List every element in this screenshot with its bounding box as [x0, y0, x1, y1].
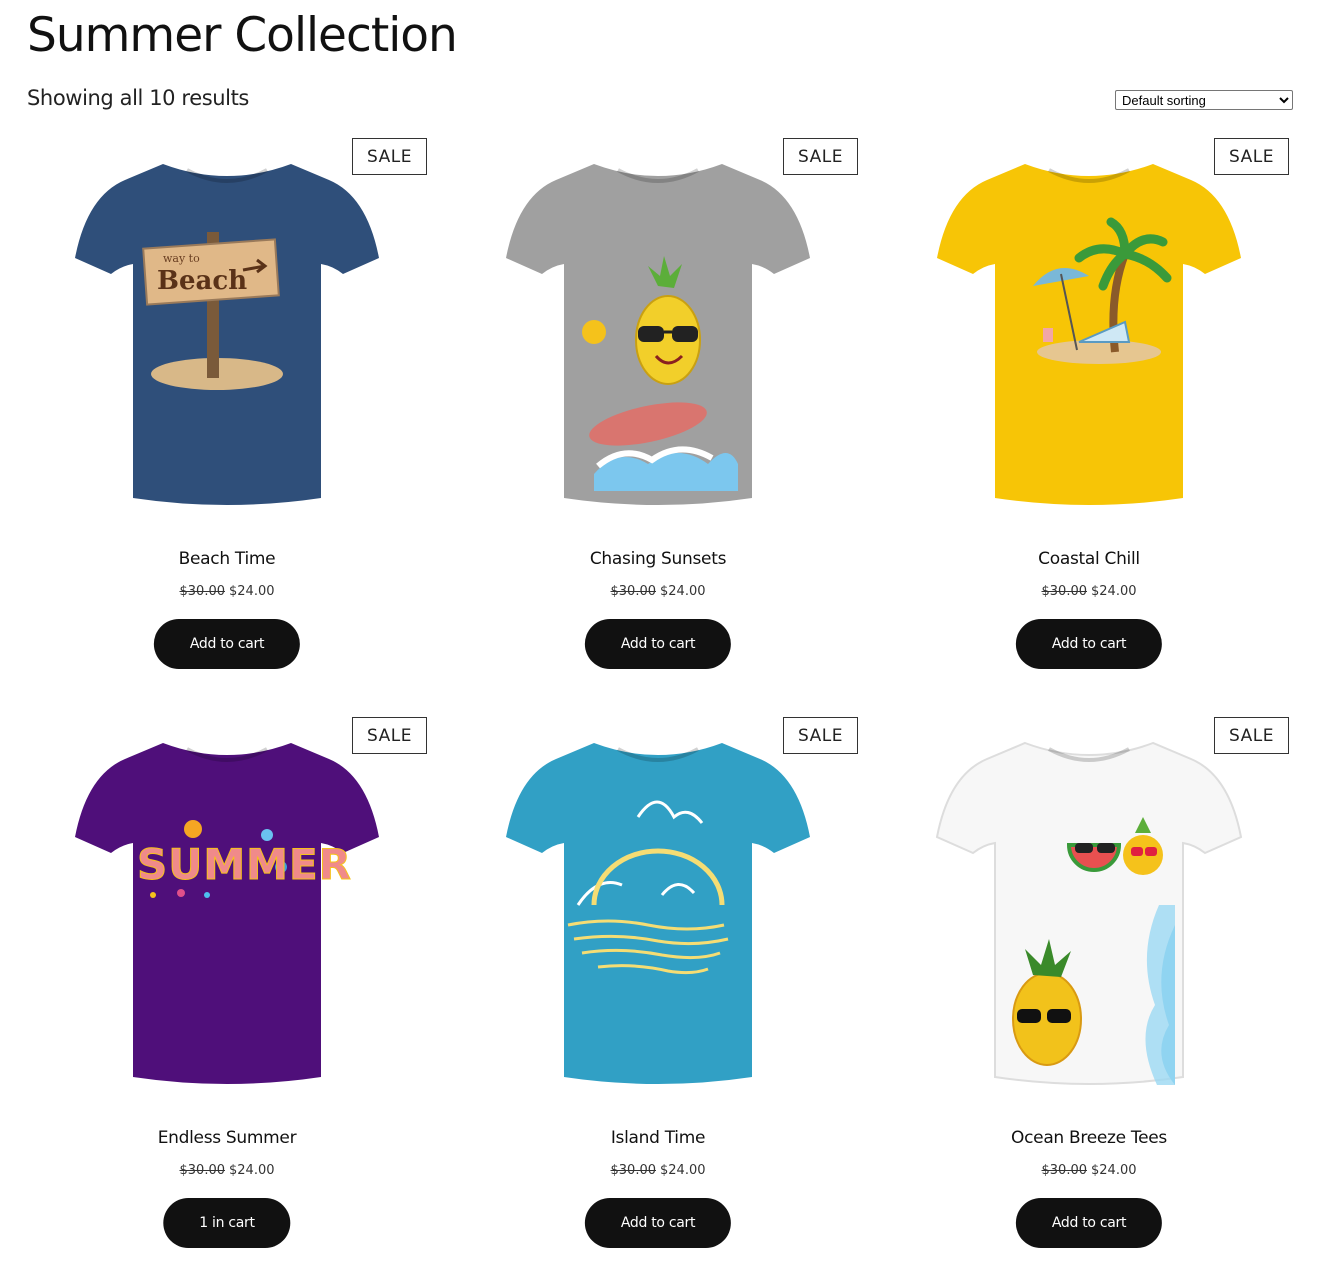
t-shirt-icon [506, 743, 810, 1084]
product-title[interactable]: Island Time [458, 1128, 858, 1148]
t-shirt-icon: way to Beach [75, 164, 379, 505]
regular-price: $30.00 [1041, 1163, 1088, 1178]
product-title[interactable]: Coastal Chill [889, 549, 1289, 569]
t-shirt-icon [935, 741, 1243, 1085]
add-to-cart-button[interactable]: Add to cart [584, 1198, 732, 1248]
product-image[interactable] [498, 146, 818, 526]
regular-price: $30.00 [610, 584, 657, 599]
product-title[interactable]: Chasing Sunsets [458, 549, 858, 569]
price: $30.00 $24.00 [27, 1163, 427, 1178]
add-to-cart-button[interactable]: Add to cart [1015, 619, 1163, 669]
t-shirt-icon [506, 164, 810, 505]
product-card: SALE Coastal Chill $30.00 $24.00 Add to c… [889, 138, 1289, 698]
product-card: SALE way to Beach Beach Time $30.00 $24.0… [27, 138, 427, 698]
product-image[interactable] [498, 725, 818, 1105]
sale-price: $24.00 [229, 584, 275, 599]
add-to-cart-button[interactable]: 1 in cart [163, 1198, 291, 1248]
sale-price: $24.00 [1091, 1163, 1137, 1178]
product-image[interactable] [929, 725, 1249, 1105]
product-image[interactable] [929, 146, 1249, 526]
sale-price: $24.00 [1091, 584, 1137, 599]
t-shirt-icon: SUMMER [75, 743, 379, 1084]
sale-price: $24.00 [229, 1163, 275, 1178]
product-image[interactable]: SUMMER [67, 725, 387, 1105]
price: $30.00 $24.00 [458, 584, 858, 599]
product-image[interactable]: way to Beach [67, 146, 387, 526]
add-to-cart-button[interactable]: Add to cart [1015, 1198, 1163, 1248]
product-card: SALE Island Time $30.00 $24.00 Add to car… [458, 717, 858, 1277]
price: $30.00 $24.00 [27, 584, 427, 599]
svg-text:SUMMER: SUMMER [137, 840, 352, 889]
price: $30.00 $24.00 [889, 584, 1289, 599]
regular-price: $30.00 [179, 584, 226, 599]
product-title[interactable]: Ocean Breeze Tees [889, 1128, 1289, 1148]
add-to-cart-button[interactable]: Add to cart [153, 619, 301, 669]
product-card: SALE Chasing Sunsets $30.00 $24.00 Add t… [458, 138, 858, 698]
regular-price: $30.00 [1041, 584, 1088, 599]
page-title: Summer Collection [27, 8, 458, 63]
product-card: SALE SUMMER Endless Summer $30.00 $24.00 … [27, 717, 427, 1277]
product-title[interactable]: Beach Time [27, 549, 427, 569]
product-title[interactable]: Endless Summer [27, 1128, 427, 1148]
result-count: Showing all 10 results [27, 86, 249, 110]
price: $30.00 $24.00 [458, 1163, 858, 1178]
t-shirt-icon [937, 164, 1241, 505]
product-card: SALE Ocean Breeze Tees $30.00 $24.00 Add… [889, 717, 1289, 1277]
sale-price: $24.00 [660, 1163, 706, 1178]
svg-text:Beach: Beach [157, 266, 247, 296]
regular-price: $30.00 [179, 1163, 226, 1178]
price: $30.00 $24.00 [889, 1163, 1289, 1178]
add-to-cart-button[interactable]: Add to cart [584, 619, 732, 669]
regular-price: $30.00 [610, 1163, 657, 1178]
sort-select[interactable]: Default sorting [1115, 90, 1293, 110]
sale-price: $24.00 [660, 584, 706, 599]
svg-text:way to: way to [163, 252, 200, 265]
